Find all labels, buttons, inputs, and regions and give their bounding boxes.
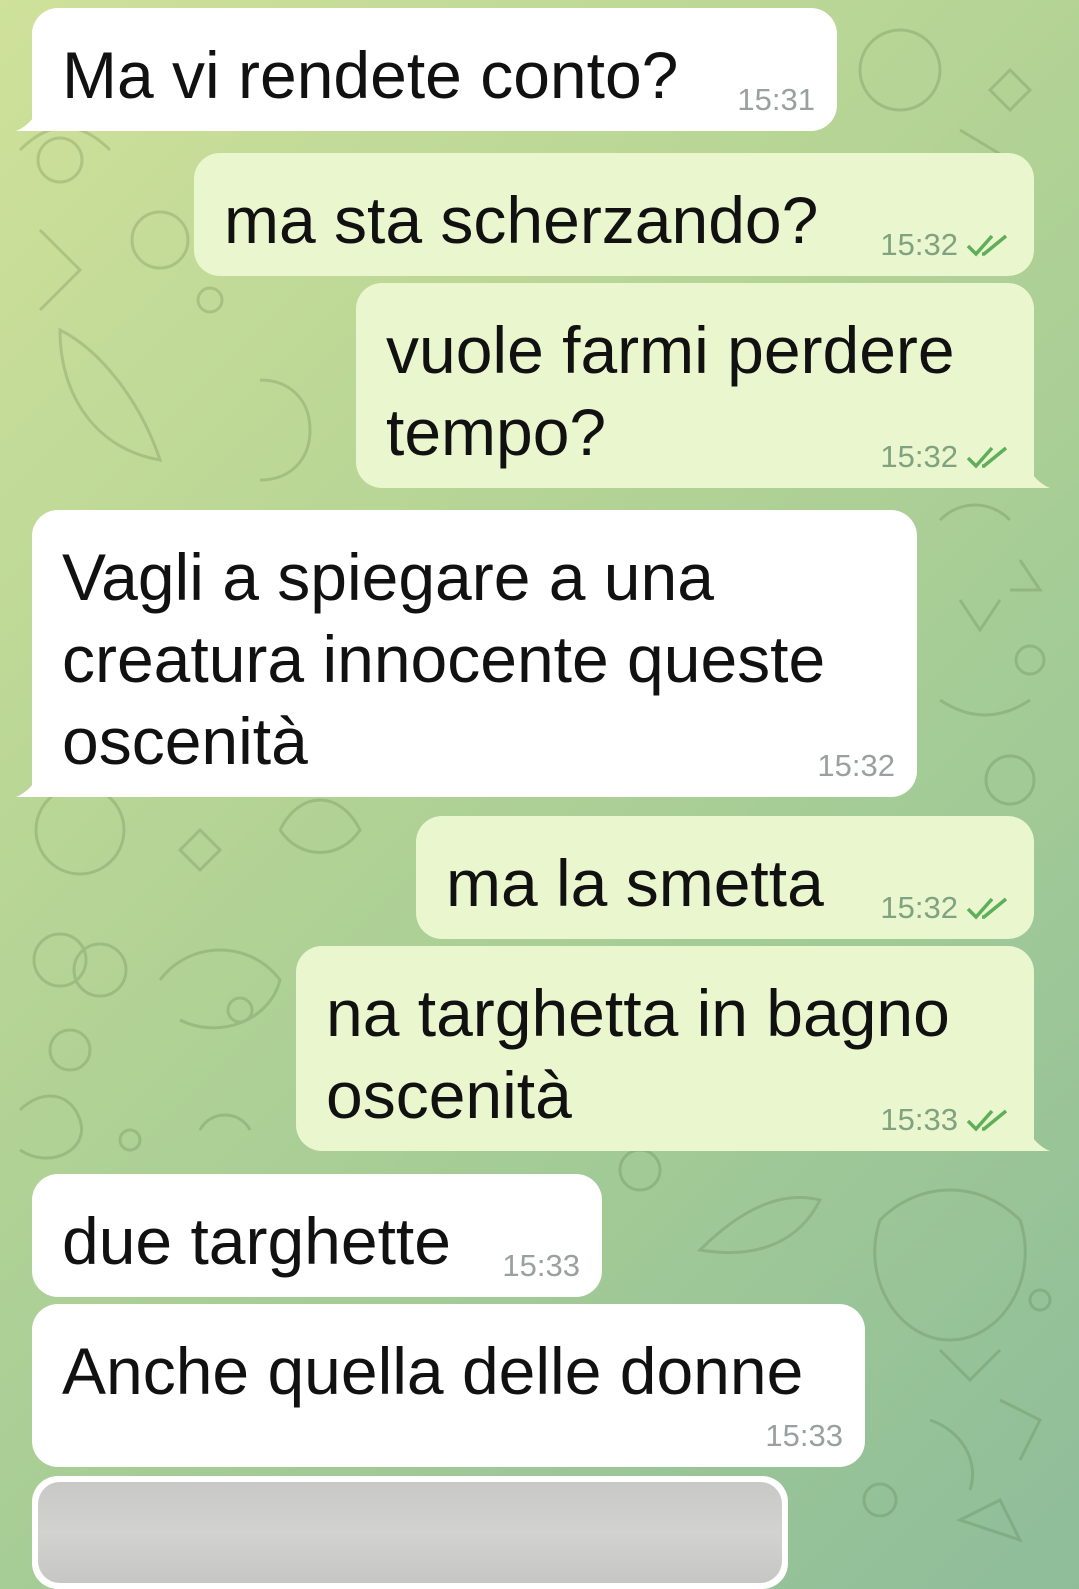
message-time: 15:33 [880, 1102, 958, 1137]
message-meta: 15:32 [880, 228, 1012, 262]
message-bubble-incoming[interactable]: due targhette 15:33 [32, 1174, 602, 1297]
message-time: 15:32 [817, 748, 895, 783]
message-time: 15:33 [765, 1418, 843, 1453]
message-bubble-incoming[interactable]: Anche quella delle donne 15:33 [32, 1304, 865, 1467]
message-bubble-outgoing[interactable]: ma la smetta 15:32 [416, 816, 1034, 939]
bubble-tail [1028, 1129, 1050, 1151]
photo-message[interactable] [32, 1476, 788, 1589]
message-time: 15:31 [737, 82, 815, 117]
message-meta: 15:33 [765, 1419, 843, 1453]
message-meta: 15:33 [502, 1249, 580, 1283]
double-check-icon [966, 897, 1008, 920]
message-meta: 15:32 [880, 440, 1012, 474]
message-bubble-incoming[interactable]: Vagli a spiegare a una creatura innocent… [16, 510, 917, 797]
message-time: 15:32 [880, 890, 958, 925]
double-check-icon [966, 446, 1008, 469]
message-meta: 15:31 [737, 83, 815, 117]
message-bubble-outgoing[interactable]: na targhetta in bagno oscenità 15:33 [296, 946, 1050, 1151]
photo-thumbnail[interactable] [38, 1482, 782, 1583]
message-text: Ma vi rendete conto? [62, 38, 679, 112]
message-text: Anche quella delle donne [62, 1334, 804, 1408]
bubble-tail [1028, 466, 1050, 488]
message-meta: 15:32 [817, 749, 895, 783]
message-meta: 15:33 [880, 1103, 1012, 1137]
message-bubble-incoming[interactable]: Ma vi rendete conto? 15:31 [16, 8, 837, 131]
message-bubble-outgoing[interactable]: vuole farmi perdere tempo? 15:32 [356, 283, 1050, 488]
message-text: Vagli a spiegare a una creatura innocent… [62, 540, 826, 778]
double-check-icon [966, 1109, 1008, 1132]
bubble-tail [16, 109, 38, 131]
bubble-tail [16, 775, 38, 797]
double-check-icon [966, 234, 1008, 257]
message-bubble-outgoing[interactable]: ma sta scherzando? 15:32 [194, 153, 1034, 276]
message-time: 15:32 [880, 439, 958, 474]
message-text: due targhette [62, 1204, 451, 1278]
message-time: 15:33 [502, 1248, 580, 1283]
message-meta: 15:32 [880, 891, 1012, 925]
message-time: 15:32 [880, 227, 958, 262]
